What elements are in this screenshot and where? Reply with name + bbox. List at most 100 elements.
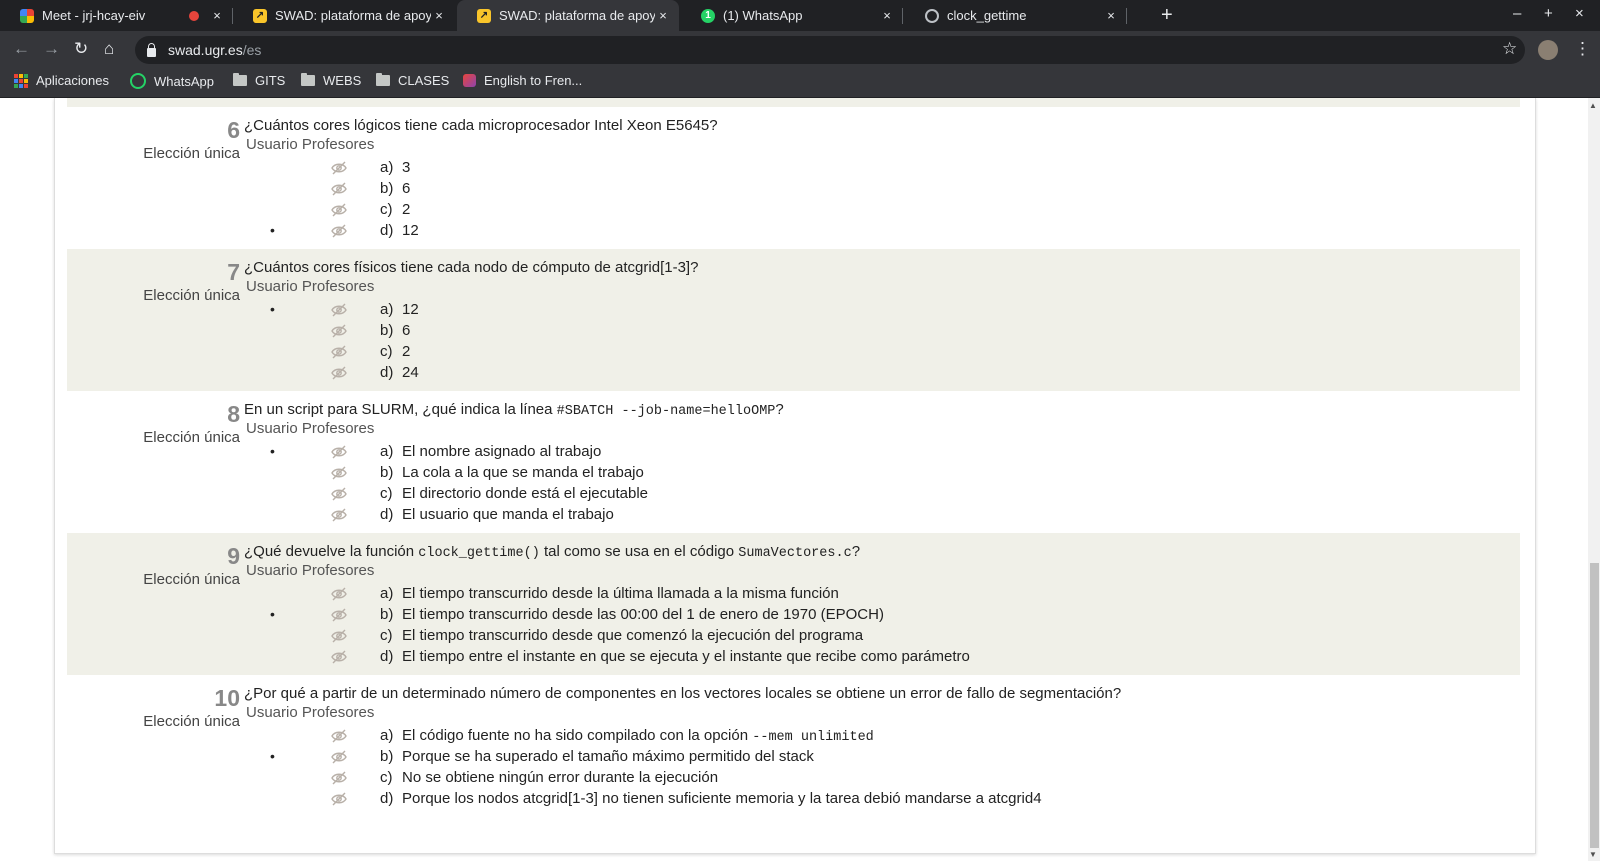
folder-icon bbox=[233, 73, 247, 86]
answer-letter: b) bbox=[380, 606, 394, 623]
bookmark-webs[interactable]: WEBS bbox=[301, 73, 361, 88]
tab-strip: Meet - jrj-hcay-eiv × ↗ SWAD: plataforma… bbox=[0, 0, 1600, 31]
bookmarks-bar: Aplicaciones WhatsApp GITS WEBS CLASES E… bbox=[0, 69, 1600, 98]
answer-text: El código fuente no ha sido compilado co… bbox=[402, 727, 874, 745]
answer-letter: b) bbox=[380, 180, 394, 197]
question-row: 6 Elección única ¿Cuántos cores lógicos ti… bbox=[67, 107, 1520, 249]
answer-option: d) El usuario que manda el trabajo bbox=[67, 505, 1267, 526]
hidden-eye-icon[interactable] bbox=[331, 587, 347, 601]
bookmark-aplicaciones[interactable]: Aplicaciones bbox=[14, 73, 109, 88]
hidden-eye-icon[interactable] bbox=[331, 224, 347, 238]
answer-text: El nombre asignado al trabajo bbox=[402, 443, 602, 460]
bookmark-english-to-french[interactable]: English to Fren... bbox=[463, 73, 582, 88]
answer-option: d) Porque los nodos atcgrid[1-3] no tiene… bbox=[67, 789, 1267, 810]
hidden-eye-icon[interactable] bbox=[331, 771, 347, 785]
maximize-button[interactable]: + bbox=[1544, 5, 1553, 22]
answer-text: La cola a la que se manda el trabajo bbox=[402, 464, 644, 481]
globe-icon bbox=[925, 8, 939, 23]
recording-icon bbox=[189, 10, 199, 21]
hidden-eye-icon[interactable] bbox=[331, 792, 347, 806]
question-number: 7 bbox=[227, 259, 240, 285]
bookmark-clases[interactable]: CLASES bbox=[376, 73, 449, 88]
whatsapp-icon bbox=[130, 73, 146, 89]
answer-text: No se obtiene ningún error durante la ej… bbox=[402, 769, 719, 786]
swad-icon: ↗ bbox=[253, 8, 267, 23]
answer-option: a) El código fuente no ha sido compilado … bbox=[67, 726, 1267, 747]
scrollbar-thumb[interactable] bbox=[1590, 563, 1599, 848]
answer-option: b) 6 bbox=[67, 179, 1267, 200]
answer-text: El tiempo transcurrido desde la última l… bbox=[402, 585, 839, 602]
answer-text: 2 bbox=[402, 343, 411, 360]
question-text: ¿Cuántos cores físicos tiene cada nodo d… bbox=[244, 259, 699, 276]
answer-option: d) El tiempo entre el instante en que se … bbox=[67, 647, 1267, 668]
tab-whatsapp[interactable]: 1 (1) WhatsApp × bbox=[681, 0, 903, 31]
scroll-down-icon[interactable]: ▼ bbox=[1589, 850, 1597, 859]
hidden-eye-icon[interactable] bbox=[331, 729, 347, 743]
scroll-up-icon[interactable]: ▲ bbox=[1589, 101, 1597, 110]
answer-letter: d) bbox=[380, 364, 394, 381]
new-tab-button[interactable]: + bbox=[1161, 4, 1173, 27]
forward-icon[interactable]: → bbox=[43, 39, 60, 59]
meet-icon bbox=[20, 8, 34, 23]
tab-clock-gettime[interactable]: clock_gettime × bbox=[905, 0, 1127, 31]
answer-letter: c) bbox=[380, 485, 393, 502]
close-tab-icon[interactable]: × bbox=[209, 8, 225, 23]
answer-option: • a) 12 bbox=[67, 300, 1267, 321]
tab-title: clock_gettime bbox=[947, 8, 1027, 23]
close-window-button[interactable]: × bbox=[1575, 5, 1584, 22]
question-row: 8 Elección única En un script para SLURM, … bbox=[67, 391, 1520, 533]
answer-text: Porque los nodos atcgrid[1-3] no tienen … bbox=[402, 790, 1042, 807]
tab-separator bbox=[1126, 8, 1127, 24]
hidden-eye-icon[interactable] bbox=[331, 650, 347, 664]
hidden-eye-icon[interactable] bbox=[331, 303, 347, 317]
answer-letter: d) bbox=[380, 222, 394, 239]
bookmark-whatsapp[interactable]: WhatsApp bbox=[130, 73, 214, 89]
question-row: 7 Elección única ¿Cuántos cores físicos ti… bbox=[67, 249, 1520, 391]
hidden-eye-icon[interactable] bbox=[331, 629, 347, 643]
hidden-eye-icon[interactable] bbox=[331, 161, 347, 175]
tab-meet[interactable]: Meet - jrj-hcay-eiv × bbox=[0, 0, 233, 31]
browser-menu-icon[interactable]: ⋮ bbox=[1574, 39, 1591, 59]
bookmark-star-icon[interactable]: ☆ bbox=[1502, 39, 1517, 59]
minimize-button[interactable]: – bbox=[1513, 5, 1521, 22]
answer-option: c) 2 bbox=[67, 342, 1267, 363]
answer-letter: d) bbox=[380, 506, 394, 523]
close-tab-icon[interactable]: × bbox=[655, 8, 671, 23]
hidden-eye-icon[interactable] bbox=[331, 466, 347, 480]
answer-text: El usuario que manda el trabajo bbox=[402, 506, 614, 523]
question-number: 6 bbox=[227, 117, 240, 143]
bookmark-gits[interactable]: GITS bbox=[233, 73, 285, 88]
hidden-eye-icon[interactable] bbox=[331, 366, 347, 380]
home-icon[interactable]: ⌂ bbox=[104, 39, 114, 59]
reload-icon[interactable]: ↻ bbox=[74, 39, 88, 59]
tab-swad-1[interactable]: ↗ SWAD: plataforma de apoyo × bbox=[233, 0, 455, 31]
answer-letter: b) bbox=[380, 748, 394, 765]
hidden-eye-icon[interactable] bbox=[331, 324, 347, 338]
back-icon[interactable]: ← bbox=[13, 39, 30, 59]
hidden-eye-icon[interactable] bbox=[331, 182, 347, 196]
hidden-eye-icon[interactable] bbox=[331, 203, 347, 217]
lock-icon[interactable] bbox=[147, 42, 156, 57]
page-content: 6 Elección única ¿Cuántos cores lógicos ti… bbox=[0, 98, 1600, 861]
hidden-eye-icon[interactable] bbox=[331, 508, 347, 522]
question-text: ¿Cuántos cores lógicos tiene cada microp… bbox=[244, 117, 718, 134]
question-tags: Usuario Profesores bbox=[246, 420, 375, 437]
profile-avatar[interactable] bbox=[1538, 40, 1558, 60]
hidden-eye-icon[interactable] bbox=[331, 487, 347, 501]
answer-letter: c) bbox=[380, 769, 393, 786]
hidden-eye-icon[interactable] bbox=[331, 750, 347, 764]
hidden-eye-icon[interactable] bbox=[331, 445, 347, 459]
answer-option: a) 3 bbox=[67, 158, 1267, 179]
url-text[interactable]: swad.ugr.es/es bbox=[168, 42, 261, 58]
close-tab-icon[interactable]: × bbox=[1103, 8, 1119, 23]
correct-answer-marker: • bbox=[270, 222, 275, 238]
close-tab-icon[interactable]: × bbox=[879, 8, 895, 23]
hidden-eye-icon[interactable] bbox=[331, 345, 347, 359]
answer-text: 12 bbox=[402, 301, 419, 318]
close-tab-icon[interactable]: × bbox=[431, 8, 447, 23]
answer-letter: a) bbox=[380, 585, 394, 602]
address-bar[interactable]: swad.ugr.es/es bbox=[135, 36, 1525, 64]
hidden-eye-icon[interactable] bbox=[331, 608, 347, 622]
answer-text: El tiempo entre el instante en que se ej… bbox=[402, 648, 970, 665]
tab-swad-active[interactable]: ↗ SWAD: plataforma de apoyo × bbox=[457, 0, 679, 31]
